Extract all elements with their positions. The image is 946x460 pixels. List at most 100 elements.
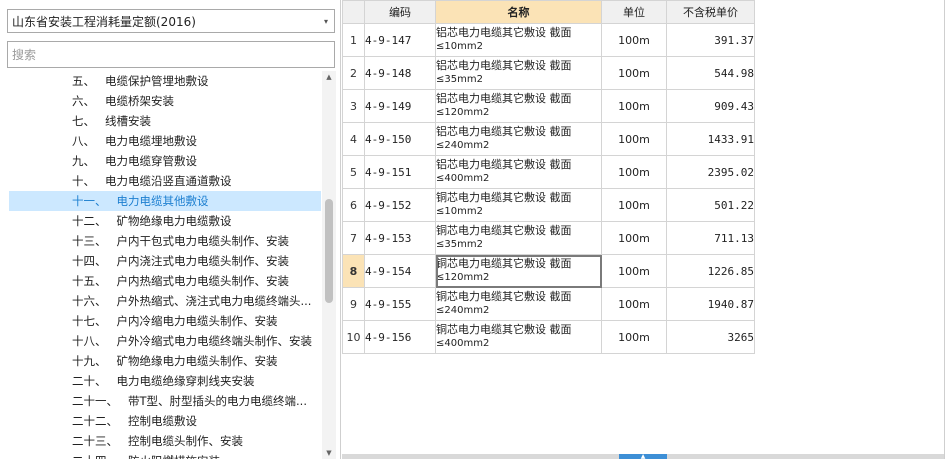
tree-item[interactable]: 十五、 户内热缩式电力电缆头制作、安装 bbox=[9, 271, 321, 291]
name-cell[interactable]: 铝芯电力电缆其它敷设 截面 ≤240mm2 bbox=[435, 122, 602, 156]
header-row-number[interactable] bbox=[342, 0, 365, 24]
tree-item[interactable]: 二十四、 防火阻燃措施安装 bbox=[9, 451, 321, 459]
tree-item[interactable]: 八、 电力电缆埋地敷设 bbox=[9, 131, 321, 151]
tree-item-number: 五、 bbox=[72, 74, 95, 88]
scroll-thumb[interactable] bbox=[325, 199, 333, 303]
tree-item[interactable]: 十四、 户内浇注式电力电缆头制作、安装 bbox=[9, 251, 321, 271]
tree-item[interactable]: 五、 电缆保护管埋地敷设 bbox=[9, 71, 321, 91]
tree-item[interactable]: 十三、 户内干包式电力电缆头制作、安装 bbox=[9, 231, 321, 251]
table-row[interactable]: 1 4-9-147 铝芯电力电缆其它敷设 截面 ≤10mm2 100m 391.37 bbox=[342, 23, 755, 57]
code-cell[interactable]: 4-9-155 bbox=[364, 287, 436, 321]
tree-item[interactable]: 十九、 矿物绝缘电力电缆头制作、安装 bbox=[9, 351, 321, 371]
table-row[interactable]: 10 4-9-156 铜芯电力电缆其它敷设 截面 ≤400mm2 100m 3265 bbox=[342, 320, 755, 354]
row-number-cell[interactable]: 9 bbox=[342, 287, 365, 321]
table-row[interactable]: 3 4-9-149 铝芯电力电缆其它敷设 截面 ≤120mm2 100m 909.43 bbox=[342, 89, 755, 123]
quota-grid-panel: 编码 名称 单位 不含税单价 1 4-9-147 铝芯电力电缆其它敷设 截面 ≤10m… bbox=[342, 0, 945, 460]
name-cell[interactable]: 铜芯电力电缆其它敷设 截面 ≤240mm2 bbox=[435, 287, 602, 321]
unit-cell[interactable]: 100m bbox=[601, 89, 667, 123]
table-row[interactable]: 9 4-9-155 铜芯电力电缆其它敷设 截面 ≤240mm2 100m 1940.87 bbox=[342, 287, 755, 321]
table-row[interactable]: 2 4-9-148 铝芯电力电缆其它敷设 截面 ≤35mm2 100m 544.98 bbox=[342, 56, 755, 90]
unit-cell[interactable]: 100m bbox=[601, 23, 667, 57]
code-cell[interactable]: 4-9-150 bbox=[364, 122, 436, 156]
code-cell[interactable]: 4-9-153 bbox=[364, 221, 436, 255]
table-row[interactable]: 8 4-9-154 铜芯电力电缆其它敷设 截面 ≤120mm2 100m 1226.85 bbox=[342, 254, 755, 288]
row-number-cell[interactable]: 2 bbox=[342, 56, 365, 90]
table-row[interactable]: 4 4-9-150 铝芯电力电缆其它敷设 截面 ≤240mm2 100m 1433.91 bbox=[342, 122, 755, 156]
unit-cell[interactable]: 100m bbox=[601, 155, 667, 189]
quota-library-dropdown[interactable]: 山东省安装工程消耗量定额(2016) ▾ bbox=[7, 9, 335, 33]
price-cell[interactable]: 3265 bbox=[666, 320, 755, 354]
row-number-cell[interactable]: 10 bbox=[342, 320, 365, 354]
code-cell[interactable]: 4-9-152 bbox=[364, 188, 436, 222]
price-cell[interactable]: 391.37 bbox=[666, 23, 755, 57]
tree-item[interactable]: 七、 线槽安装 bbox=[9, 111, 321, 131]
name-spec: ≤240mm2 bbox=[436, 305, 490, 316]
unit-cell[interactable]: 100m bbox=[601, 221, 667, 255]
table-row[interactable]: 6 4-9-152 铜芯电力电缆其它敷设 截面 ≤10mm2 100m 501.22 bbox=[342, 188, 755, 222]
tree-item-number: 八、 bbox=[72, 134, 95, 148]
name-cell[interactable]: 铜芯电力电缆其它敷设 截面 ≤10mm2 bbox=[435, 188, 602, 222]
price-cell[interactable]: 544.98 bbox=[666, 56, 755, 90]
row-number-cell[interactable]: 8 bbox=[342, 254, 365, 288]
panel-splitter[interactable]: ▲ bbox=[342, 454, 944, 460]
tree-item[interactable]: 二十、 电力电缆绝缘穿刺线夹安装 bbox=[9, 371, 321, 391]
unit-cell[interactable]: 100m bbox=[601, 122, 667, 156]
code-cell[interactable]: 4-9-149 bbox=[364, 89, 436, 123]
name-cell[interactable]: 铜芯电力电缆其它敷设 截面 ≤400mm2 bbox=[435, 320, 602, 354]
row-number-cell[interactable]: 5 bbox=[342, 155, 365, 189]
tree-scrollbar[interactable]: ▲ ▼ bbox=[322, 71, 336, 459]
name-cell[interactable]: 铜芯电力电缆其它敷设 截面 ≤120mm2 bbox=[435, 254, 602, 288]
tree-item-label: 矿物绝缘电力电缆头制作、安装 bbox=[116, 354, 278, 368]
tree-item[interactable]: 二十二、 控制电缆敷设 bbox=[9, 411, 321, 431]
header-unit[interactable]: 单位 bbox=[601, 0, 667, 24]
price-cell[interactable]: 711.13 bbox=[666, 221, 755, 255]
row-number-cell[interactable]: 7 bbox=[342, 221, 365, 255]
price-cell[interactable]: 501.22 bbox=[666, 188, 755, 222]
price-cell[interactable]: 1226.85 bbox=[666, 254, 755, 288]
unit-cell[interactable]: 100m bbox=[601, 287, 667, 321]
code-cell[interactable]: 4-9-151 bbox=[364, 155, 436, 189]
row-number-cell[interactable]: 4 bbox=[342, 122, 365, 156]
price-cell[interactable]: 1433.91 bbox=[666, 122, 755, 156]
header-name[interactable]: 名称 bbox=[435, 0, 602, 24]
name-cell[interactable]: 铝芯电力电缆其它敷设 截面 ≤400mm2 bbox=[435, 155, 602, 189]
scroll-down-icon[interactable]: ▼ bbox=[322, 447, 336, 459]
row-number-cell[interactable]: 3 bbox=[342, 89, 365, 123]
unit-cell[interactable]: 100m bbox=[601, 56, 667, 90]
header-price[interactable]: 不含税单价 bbox=[666, 0, 755, 24]
tree-item[interactable]: 九、 电力电缆穿管敷设 bbox=[9, 151, 321, 171]
tree-item[interactable]: 十一、 电力电缆其他敷设 bbox=[9, 191, 321, 211]
price-cell[interactable]: 2395.02 bbox=[666, 155, 755, 189]
table-row[interactable]: 7 4-9-153 铜芯电力电缆其它敷设 截面 ≤35mm2 100m 711.13 bbox=[342, 221, 755, 255]
code-cell[interactable]: 4-9-147 bbox=[364, 23, 436, 57]
tree-item[interactable]: 十、 电力电缆沿竖直通道敷设 bbox=[9, 171, 321, 191]
chevron-down-icon[interactable]: ▾ bbox=[324, 17, 328, 26]
unit-cell[interactable]: 100m bbox=[601, 320, 667, 354]
tree-item[interactable]: 二十一、 带T型、肘型插头的电力电缆终端... bbox=[9, 391, 321, 411]
tree-item[interactable]: 二十三、 控制电缆头制作、安装 bbox=[9, 431, 321, 451]
table-row[interactable]: 5 4-9-151 铝芯电力电缆其它敷设 截面 ≤400mm2 100m 2395.02 bbox=[342, 155, 755, 189]
tree-item[interactable]: 十七、 户内冷缩电力电缆头制作、安装 bbox=[9, 311, 321, 331]
search-input[interactable] bbox=[7, 41, 335, 68]
tree-item[interactable]: 十八、 户外冷缩式电力电缆终端头制作、安装 bbox=[9, 331, 321, 351]
row-number-cell[interactable]: 6 bbox=[342, 188, 365, 222]
name-cell[interactable]: 铝芯电力电缆其它敷设 截面 ≤35mm2 bbox=[435, 56, 602, 90]
code-cell[interactable]: 4-9-148 bbox=[364, 56, 436, 90]
name-cell[interactable]: 铝芯电力电缆其它敷设 截面 ≤10mm2 bbox=[435, 23, 602, 57]
price-cell[interactable]: 909.43 bbox=[666, 89, 755, 123]
name-cell[interactable]: 铝芯电力电缆其它敷设 截面 ≤120mm2 bbox=[435, 89, 602, 123]
tree-item[interactable]: 十六、 户外热缩式、浇注式电力电缆终端头... bbox=[9, 291, 321, 311]
code-cell[interactable]: 4-9-154 bbox=[364, 254, 436, 288]
splitter-grip-icon[interactable]: ▲ bbox=[619, 454, 667, 460]
code-cell[interactable]: 4-9-156 bbox=[364, 320, 436, 354]
price-cell[interactable]: 1940.87 bbox=[666, 287, 755, 321]
unit-cell[interactable]: 100m bbox=[601, 188, 667, 222]
name-text: 铜芯电力电缆其它敷设 截面 bbox=[436, 224, 572, 237]
name-cell[interactable]: 铜芯电力电缆其它敷设 截面 ≤35mm2 bbox=[435, 221, 602, 255]
tree-item[interactable]: 十二、 矿物绝缘电力电缆敷设 bbox=[9, 211, 321, 231]
scroll-up-icon[interactable]: ▲ bbox=[322, 71, 336, 83]
unit-cell[interactable]: 100m bbox=[601, 254, 667, 288]
tree-item[interactable]: 六、 电缆桥架安装 bbox=[9, 91, 321, 111]
header-code[interactable]: 编码 bbox=[364, 0, 436, 24]
row-number-cell[interactable]: 1 bbox=[342, 23, 365, 57]
